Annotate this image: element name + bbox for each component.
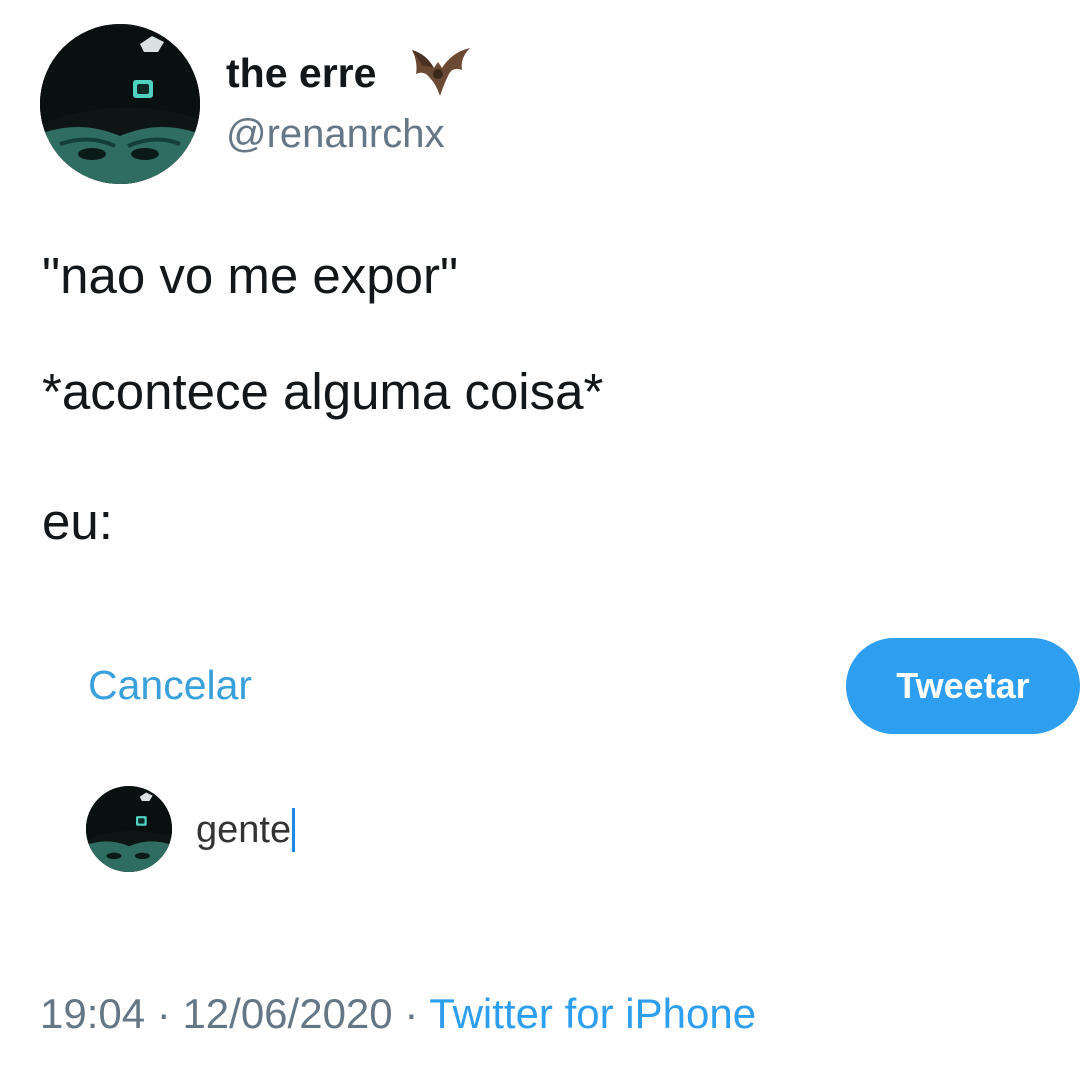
tweet-time: 19:04 bbox=[40, 990, 146, 1037]
composer-avatar bbox=[86, 786, 172, 872]
user-handle: @renanrchx bbox=[226, 112, 445, 156]
compose-draft-text: gente bbox=[196, 809, 292, 851]
compose-input[interactable]: gente bbox=[196, 808, 296, 852]
text-cursor bbox=[292, 808, 296, 852]
tweet-date: 12/06/2020 bbox=[182, 990, 393, 1037]
tweet-text-line: "nao vo me expor" bbox=[42, 247, 459, 304]
bat-icon bbox=[412, 48, 470, 96]
tweet-text-line: eu: bbox=[42, 493, 113, 550]
tweet-meta: 19:04 · 12/06/2020 · Twitter for iPhone bbox=[40, 990, 756, 1038]
cancel-button[interactable]: Cancelar bbox=[88, 662, 252, 709]
tweet-text-line: *acontece alguma coisa* bbox=[42, 363, 604, 420]
display-name: the erre bbox=[226, 50, 377, 96]
tweet-source-link[interactable]: Twitter for iPhone bbox=[429, 990, 756, 1037]
avatar-image bbox=[86, 786, 172, 872]
profile-avatar[interactable] bbox=[40, 24, 200, 184]
meta-separator: · bbox=[145, 990, 183, 1037]
tweet-button[interactable]: Tweetar bbox=[846, 638, 1080, 734]
meta-separator: · bbox=[392, 990, 430, 1037]
avatar-image bbox=[40, 24, 200, 184]
